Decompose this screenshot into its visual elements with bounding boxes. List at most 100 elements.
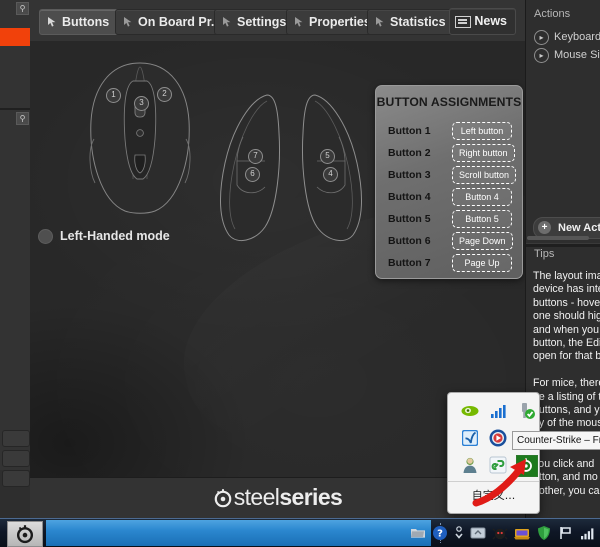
mouse-pointer-icon <box>374 16 386 28</box>
assignment-label-7: Button 7 <box>388 254 450 272</box>
left-strip-button-1[interactable] <box>2 430 30 447</box>
tray-customize-link[interactable]: 自定义... <box>448 487 539 503</box>
assignment-label-3: Button 3 <box>388 166 450 184</box>
help-icon[interactable]: ? <box>432 525 448 541</box>
flag-icon[interactable] <box>558 525 574 541</box>
user-account-icon[interactable] <box>460 455 480 475</box>
left-strip-button-2[interactable] <box>2 450 30 467</box>
assignment-row-3: Button 3 Scroll button <box>376 166 522 188</box>
link-icon[interactable] <box>488 455 508 475</box>
left-handed-mode-toggle[interactable]: Left-Handed mode <box>38 227 170 245</box>
assignment-label-1: Button 1 <box>388 122 450 140</box>
assignment-row-4: Button 4 Button 4 <box>376 188 522 210</box>
mouse-button-marker-2[interactable]: 2 <box>157 87 172 102</box>
assignment-row-6: Button 6 Page Down <box>376 232 522 254</box>
action-item-keyboard-label: Keyboard S <box>554 31 600 43</box>
mouse-pointer-icon <box>46 16 58 28</box>
pin-icon-secondary[interactable]: ⚲ <box>16 112 29 125</box>
mouse-button-marker-3[interactable]: 3 <box>134 96 149 111</box>
usb-safely-remove-icon[interactable] <box>516 401 536 421</box>
tab-settings-label: Settings <box>237 15 286 29</box>
logo-text-light: steel <box>234 484 280 510</box>
tray-popup-separator <box>448 481 539 482</box>
left-edge-strip: ⚲ ⚲ <box>0 0 31 519</box>
assignment-value-5[interactable]: Button 5 <box>452 210 512 228</box>
antivirus-icon[interactable] <box>492 525 508 541</box>
assignment-label-6: Button 6 <box>388 232 450 250</box>
assignment-value-1[interactable]: Left button <box>452 122 512 140</box>
folder-icon[interactable] <box>410 525 426 541</box>
mouse-top-view[interactable] <box>75 59 205 219</box>
mouse-button-marker-7[interactable]: 7 <box>248 149 263 164</box>
tab-statistics-label: Statistics <box>390 15 446 29</box>
tab-buttons-label: Buttons <box>62 15 109 29</box>
news-button[interactable]: News <box>449 8 516 35</box>
tab-settings[interactable]: Settings <box>214 9 296 35</box>
button-assignments-title: BUTTON ASSIGNMENTS <box>376 95 522 109</box>
assignment-row-2: Button 2 Right button <box>376 144 522 166</box>
tray-item-tooltip: Counter-Strike – Fna <box>512 431 600 450</box>
actions-section-title: Actions <box>526 0 600 20</box>
taskbar-notification-area: ? <box>410 523 596 543</box>
chevron-right-circle-icon: ▸ <box>534 30 549 45</box>
tab-properties-label: Properties <box>309 15 371 29</box>
pin-icon[interactable]: ⚲ <box>16 2 29 15</box>
left-strip-panel-top[interactable]: ⚲ <box>0 0 30 109</box>
assignment-value-6[interactable]: Page Down <box>452 232 513 250</box>
new-action-label: New Actio <box>558 222 600 234</box>
steelseries-start-icon[interactable] <box>7 521 43 547</box>
media-player-icon[interactable] <box>488 428 508 448</box>
left-strip-panel-bottom[interactable]: ⚲ <box>0 110 30 470</box>
assignment-row-1: Button 1 Left button <box>376 122 522 144</box>
news-page-icon <box>455 16 471 28</box>
shield-icon[interactable] <box>536 525 552 541</box>
screen-icon[interactable] <box>470 525 486 541</box>
tips-section-title: Tips <box>534 248 554 260</box>
mouse-button-marker-4[interactable]: 4 <box>323 167 338 182</box>
main-toolbar: Buttons On Board Pr... Settings Properti… <box>30 0 525 42</box>
assignment-value-3[interactable]: Scroll button <box>452 166 516 184</box>
explorer-icon[interactable] <box>514 525 530 541</box>
taskbar-window-band[interactable] <box>46 520 431 546</box>
action-item-keyboard[interactable]: ▸ Keyboard S <box>534 28 600 46</box>
news-button-label: News <box>474 14 507 28</box>
assignment-label-4: Button 4 <box>388 188 450 206</box>
steelseries-logo-icon <box>213 487 233 514</box>
assignment-value-7[interactable]: Page Up <box>452 254 512 272</box>
blue-checkmark-icon[interactable] <box>460 428 480 448</box>
assignment-row-5: Button 5 Button 5 <box>376 210 522 232</box>
actions-horizontal-scrollbar[interactable] <box>527 236 589 240</box>
tab-statistics[interactable]: Statistics <box>367 9 456 35</box>
tab-buttons[interactable]: Buttons <box>39 9 119 35</box>
steelseries-logo: steelseries <box>213 484 343 514</box>
button-assignments-panel: BUTTON ASSIGNMENTS Button 1 Left button … <box>375 85 523 279</box>
show-hidden-icons-chevron[interactable] <box>454 525 464 541</box>
mouse-button-marker-5[interactable]: 5 <box>320 149 335 164</box>
system-tray-overflow-popup: 自定义... <box>447 392 540 514</box>
left-handed-mode-label: Left-Handed mode <box>60 229 170 243</box>
steelseries-engine-icon[interactable] <box>516 455 538 477</box>
network-signal-icon[interactable] <box>580 525 596 541</box>
assignment-label-5: Button 5 <box>388 210 450 228</box>
plus-circle-icon: + <box>538 221 551 234</box>
assignment-value-4[interactable]: Button 4 <box>452 188 512 206</box>
windows-taskbar: ? <box>0 518 600 547</box>
left-handed-radio-icon[interactable] <box>38 229 53 244</box>
tips-body-text: The layout imag device has inter buttons… <box>533 270 600 498</box>
nvidia-icon[interactable] <box>460 401 480 421</box>
mouse-button-marker-6[interactable]: 6 <box>245 167 260 182</box>
assignment-value-2[interactable]: Right button <box>452 144 515 162</box>
left-strip-button-3[interactable] <box>2 470 30 487</box>
mouse-button-marker-1[interactable]: 1 <box>106 88 121 103</box>
action-item-mouse[interactable]: ▸ Mouse Sin <box>534 46 600 64</box>
mouse-pointer-icon <box>122 16 134 28</box>
action-item-mouse-label: Mouse Sin <box>554 49 600 61</box>
mouse-pointer-icon <box>293 16 305 28</box>
tab-on-board-profiles-label: On Board Pr... <box>138 15 221 29</box>
signal-bars-icon[interactable] <box>488 401 508 421</box>
logo-text-bold: series <box>279 484 342 510</box>
svg-text:?: ? <box>437 529 443 540</box>
accent-bar <box>0 28 30 46</box>
mouse-pointer-icon <box>221 16 233 28</box>
assignment-label-2: Button 2 <box>388 144 450 162</box>
